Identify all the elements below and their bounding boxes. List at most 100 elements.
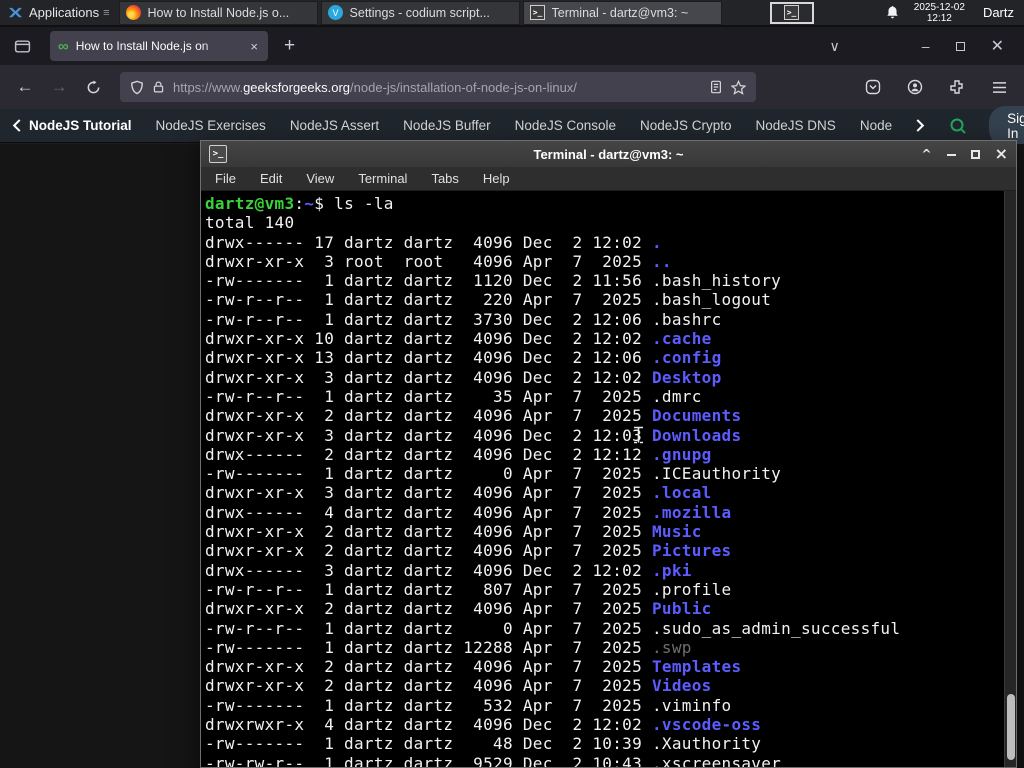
tab-title: How to Install Node.js on [75,39,209,53]
terminal-line: drwx------ 17 dartz dartz 4096 Dec 2 12:… [205,232,662,252]
terminal-line: drwxrwxr-x 4 dartz dartz 4096 Dec 2 12:0… [205,715,762,735]
back-button[interactable]: ← [10,72,40,102]
terminal-icon: >_ [784,5,800,20]
menu-item-edit[interactable]: Edit [260,171,282,186]
terminal-maximize-button[interactable] [970,149,980,159]
terminal-line: drwxr-xr-x 3 dartz dartz 4096 Apr 7 2025… [205,483,712,503]
nav-item-node[interactable]: Node [860,118,892,133]
mouse-cursor-ibeam [633,426,644,444]
terminal-line: total 140 [205,213,295,233]
nav-item-nodejs-buffer[interactable]: NodeJS Buffer [403,118,491,133]
shield-icon[interactable] [130,80,144,95]
terminal-line: drwxr-xr-x 13 dartz dartz 4096 Dec 2 12:… [205,348,722,368]
terminal-line: drwxr-xr-x 2 dartz dartz 4096 Apr 7 2025… [205,657,742,677]
panel-clock[interactable]: 2025-12-02 12:12 [914,2,965,24]
geeksforgeeks-favicon: ∞ [58,37,69,55]
firefox-icon [126,5,142,21]
terminal-line: drwxr-xr-x 3 dartz dartz 4096 Dec 2 12:0… [205,425,742,445]
terminal-shade-button[interactable]: ^ [922,148,932,160]
terminal-line: -rw-r--r-- 1 dartz dartz 807 Apr 7 2025 … [205,579,732,599]
nav-item-nodejs-dns[interactable]: NodeJS DNS [756,118,836,133]
bookmark-star-icon[interactable] [731,79,746,95]
notification-bell-icon[interactable] [885,5,900,20]
workspace-switcher[interactable]: >_ [769,1,814,24]
taskbar-button[interactable]: How to Install Node.js o... [118,0,318,25]
terminal-line: drwxr-xr-x 2 dartz dartz 4096 Apr 7 2025… [205,541,732,561]
codium-icon: V [328,5,344,21]
menu-item-terminal[interactable]: Terminal [358,171,407,186]
terminal-line: drwxr-xr-x 2 dartz dartz 4096 Apr 7 2025… [205,599,712,619]
nav-item-nodejs-exercises[interactable]: NodeJS Exercises [156,118,266,133]
terminal-line: -rw-r--r-- 1 dartz dartz 3730 Dec 2 12:0… [205,309,722,329]
menu-item-file[interactable]: File [215,171,236,186]
clock-date: 2025-12-02 [913,1,965,13]
terminal-line: -rw-r--r-- 1 dartz dartz 35 Apr 7 2025 .… [205,386,702,406]
new-tab-button[interactable]: + [278,35,301,57]
terminal-line: -rw------- 1 dartz dartz 48 Dec 2 10:39 … [205,734,762,754]
taskbar: How to Install Node.js o... V Settings - c… [118,0,722,25]
nav-item-nodejs-assert[interactable]: NodeJS Assert [290,118,379,133]
terminal-line: -rw------- 1 dartz dartz 12288 Apr 7 202… [205,637,692,657]
nav-item-nodejs-crypto[interactable]: NodeJS Crypto [640,118,732,133]
menu-item-tabs[interactable]: Tabs [431,171,458,186]
menu-item-help[interactable]: Help [483,171,510,186]
terminal-title: Terminal - dartz@vm3: ~ [533,146,684,162]
list-all-tabs-icon[interactable]: ∨ [830,38,840,55]
terminal-titlebar[interactable]: >_ Terminal - dartz@vm3: ~ ^ × [201,141,1016,167]
site-nav-items: NodeJS Exercises NodeJS Assert NodeJS Buff… [156,118,893,133]
terminal-line: -rw------- 1 dartz dartz 1120 Dec 2 11:5… [205,271,782,291]
window-maximize-button[interactable] [955,41,965,51]
panel-menu-icon: ≡ [103,6,110,19]
taskbar-button-label: How to Install Node.js o... [147,5,290,20]
url-scheme: https://www. [173,79,244,95]
url-domain: geeksforgeeks.org [243,79,351,95]
forward-button[interactable]: → [44,72,74,102]
terminal-line: dartz@vm3:~$ ls -la [205,194,394,213]
reader-mode-icon[interactable] [709,80,723,94]
hamburger-menu-icon[interactable] [984,72,1014,102]
tab-close-icon[interactable]: × [248,39,260,54]
applications-menu-button[interactable]: Applications ≡ [0,0,117,26]
terminal-line: drwxr-xr-x 3 dartz dartz 4096 Dec 2 12:0… [205,367,722,387]
site-nav-bar: NodeJS Tutorial NodeJS Exercises NodeJS A… [0,105,1024,146]
browser-tab-active[interactable]: ∞ How to Install Node.js on × [50,31,268,61]
terminal-line: -rw-rw-r-- 1 dartz dartz 9529 Dec 2 10:4… [205,753,782,767]
terminal-line: -rw-r--r-- 1 dartz dartz 220 Apr 7 2025 … [205,290,772,310]
terminal-minimize-button[interactable] [946,154,956,156]
xfce-logo-icon [8,5,23,20]
firefox-view-icon[interactable] [8,32,36,60]
taskbar-button-label: Settings - codium script... [349,5,490,20]
pocket-icon[interactable] [858,72,888,102]
terminal-line: drwxr-xr-x 3 root root 4096 Apr 7 2025 .… [205,251,672,271]
firefox-tab-bar: ∞ How to Install Node.js on × + ∨ – ✕ [0,27,1024,65]
account-icon[interactable] [900,72,930,102]
lock-icon[interactable] [152,80,165,94]
terminal-menubar: File Edit View Terminal Tabs Help [201,167,1016,191]
taskbar-button-label: Terminal - dartz@vm3: ~ [551,5,689,20]
terminal-line: drwxr-xr-x 2 dartz dartz 4096 Apr 7 2025… [205,406,742,426]
terminal-output[interactable]: dartz@vm3:~$ ls -la total 140 drwx------ 1… [201,191,1016,767]
url-path: /node-js/installation-of-node-js-on-linu… [350,79,577,95]
terminal-scrollbar[interactable] [1004,191,1016,767]
terminal-line: drwx------ 3 dartz dartz 4096 Dec 2 12:0… [205,560,692,580]
chevron-right-icon[interactable] [916,119,925,132]
chevron-left-icon [12,119,21,132]
taskbar-button[interactable]: V Settings - codium script... [320,0,520,25]
window-minimize-button[interactable]: – [922,38,930,54]
window-close-button[interactable]: ✕ [991,36,1004,56]
scrollbar-thumb[interactable] [1007,694,1015,760]
taskbar-button[interactable]: >_ Terminal - dartz@vm3: ~ [522,0,722,25]
terminal-line: -rw-r--r-- 1 dartz dartz 0 Apr 7 2025 .s… [205,618,901,638]
terminal-close-button[interactable]: × [995,146,1008,162]
terminal-line: drwxr-xr-x 2 dartz dartz 4096 Apr 7 2025… [205,676,712,696]
menu-item-view[interactable]: View [306,171,334,186]
top-panel: Applications ≡ How to Install Node.js o.… [0,0,1024,26]
terminal-line: drwxr-xr-x 10 dartz dartz 4096 Dec 2 12:… [205,329,712,349]
reload-button[interactable] [78,72,108,102]
search-icon[interactable] [949,117,967,135]
user-menu[interactable]: Dartz [979,5,1014,20]
nav-item-nodejs-console[interactable]: NodeJS Console [515,118,616,133]
extensions-icon[interactable] [942,72,972,102]
nav-item-nodejs-tutorial[interactable]: NodeJS Tutorial [12,118,132,133]
url-bar[interactable]: https://www.geeksforgeeks.org/node-js/in… [120,72,756,102]
